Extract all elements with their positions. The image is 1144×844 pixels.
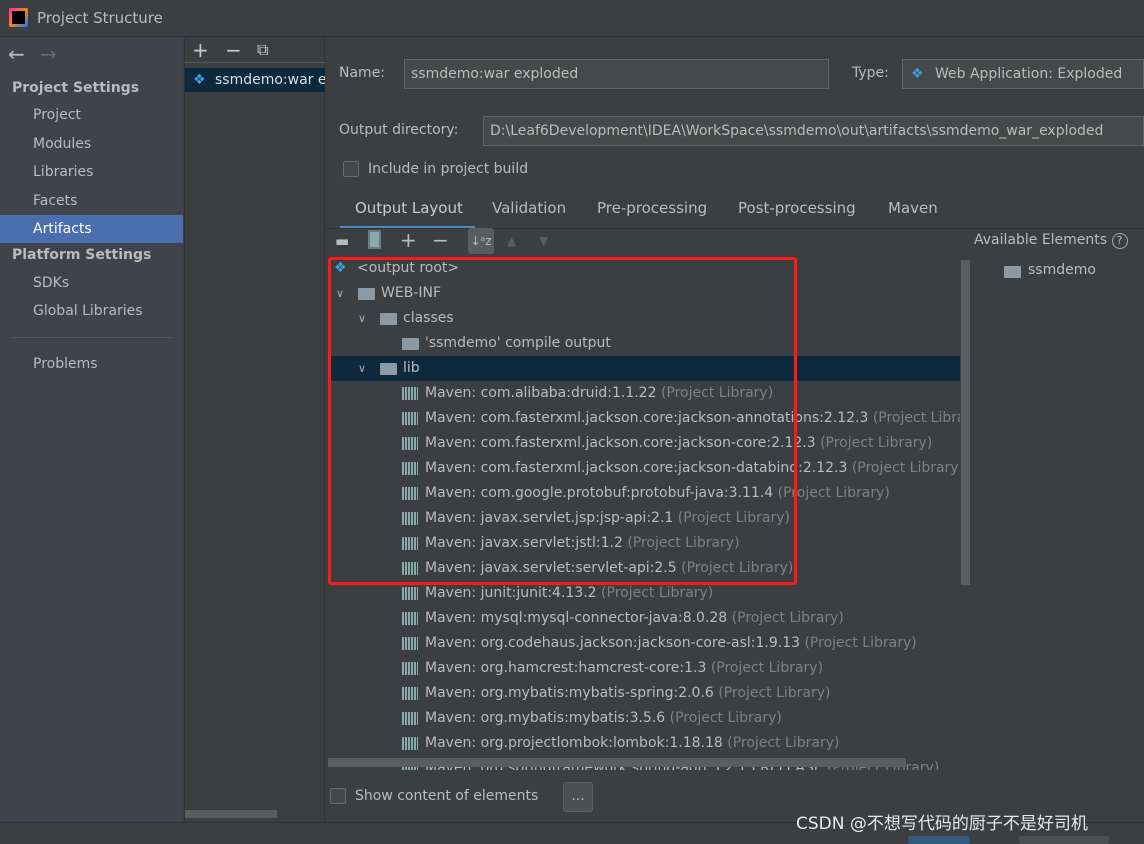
tree-row[interactable]: Maven: org.projectlombok:lombok:1.18.18 … (328, 731, 960, 756)
tab-maven[interactable]: Maven (888, 199, 938, 217)
show-content-label: Show content of elements (355, 788, 539, 804)
project-settings-heading: Project Settings (12, 80, 140, 96)
new-directory-icon[interactable]: ▬ (335, 232, 349, 250)
library-icon (402, 737, 418, 750)
highlight-annotation-box (328, 257, 797, 585)
cancel-button[interactable] (1019, 836, 1109, 844)
sidebar-item-global-libraries[interactable]: Global Libraries (0, 297, 183, 325)
module-folder-icon (1004, 266, 1021, 278)
artifact-name: ssmdemo:war exploded (215, 72, 325, 88)
tree-row-label: Maven: org.codehaus.jackson:jackson-core… (425, 631, 917, 656)
tree-row[interactable]: Maven: org.mybatis:mybatis-spring:2.0.6 … (328, 681, 960, 706)
type-label: Type: (852, 65, 889, 81)
watermark: CSDN @不想写代码的厨子不是好司机 (796, 814, 1088, 834)
tree-row-text: Maven: org.mybatis:mybatis-spring:2.0.6 (425, 685, 714, 701)
tree-row-label: Maven: org.hamcrest:hamcrest-core:1.3 (P… (425, 656, 823, 681)
tree-row-library-type: (Project Library) (804, 635, 917, 651)
move-up-icon[interactable]: ▲ (507, 234, 516, 248)
tree-row-library-type: (Project Library) (727, 735, 840, 751)
intellij-logo-icon (9, 8, 28, 27)
tree-row-library-type: (Project Library) (718, 685, 831, 701)
tab-pre-processing[interactable]: Pre-processing (597, 199, 707, 217)
library-icon (402, 662, 418, 675)
type-value: Web Application: Exploded (935, 66, 1123, 82)
library-icon (402, 712, 418, 725)
ok-button[interactable] (908, 836, 970, 844)
tree-row[interactable]: Maven: org.hamcrest:hamcrest-core:1.3 (P… (328, 656, 960, 681)
tab-validation[interactable]: Validation (492, 199, 566, 217)
tab-output-layout[interactable]: Output Layout (355, 199, 463, 217)
divider (12, 337, 172, 338)
sort-alphabetically-icon[interactable]: ↓ᵃz (468, 228, 494, 254)
sidebar-item-problems[interactable]: Problems (0, 350, 183, 378)
tree-row-library-type: (Project Library) (731, 610, 844, 626)
copy-icon[interactable]: ⧉ (257, 40, 268, 60)
archive-icon[interactable] (368, 230, 381, 249)
library-icon (402, 612, 418, 625)
sidebar-item-project[interactable]: Project (0, 101, 183, 129)
help-icon[interactable]: ? (1111, 233, 1128, 249)
sidebar-item-facets[interactable]: Facets (0, 187, 183, 215)
tree-row-label: Maven: org.mybatis:mybatis:3.5.6 (Projec… (425, 706, 782, 731)
platform-settings-heading: Platform Settings (12, 247, 152, 263)
tree-row-text: Maven: org.mybatis:mybatis:3.5.6 (425, 710, 666, 726)
name-label: Name: (339, 65, 386, 81)
sidebar-item-modules[interactable]: Modules (0, 130, 183, 158)
artifact-list-item[interactable]: ❖ ssmdemo:war exploded (185, 68, 325, 92)
web-artifact-icon: ❖ (911, 66, 924, 82)
remove-element-icon[interactable]: − (432, 228, 449, 252)
output-directory-label: Output directory: (339, 122, 459, 138)
add-icon[interactable]: + (192, 38, 209, 62)
available-elements-label: Available Elements ? (974, 232, 1128, 249)
tree-row-label: Maven: org.mybatis:mybatis-spring:2.0.6 … (425, 681, 831, 706)
type-select[interactable]: ❖ Web Application: Exploded (902, 59, 1144, 89)
move-down-icon[interactable]: ▼ (539, 234, 548, 248)
tree-row-library-type: (Project Library) (872, 410, 960, 426)
include-in-build-label: Include in project build (368, 161, 529, 177)
tab-post-processing[interactable]: Post-processing (738, 199, 856, 217)
tree-row-library-type: (Project Library) (820, 435, 933, 451)
name-field[interactable]: ssmdemo:war exploded (404, 59, 829, 89)
tree-row-label: Maven: org.projectlombok:lombok:1.18.18 … (425, 731, 839, 756)
tree-row[interactable]: Maven: org.mybatis:mybatis:3.5.6 (Projec… (328, 706, 960, 731)
artifact-list-panel (184, 38, 325, 822)
available-elements-text: Available Elements (974, 232, 1108, 248)
more-options-button[interactable]: ... (563, 782, 593, 812)
sidebar-item-artifacts[interactable]: Artifacts (0, 215, 183, 244)
library-icon (402, 587, 418, 600)
tree-row-label: Maven: mysql:mysql-connector-java:8.0.28… (425, 606, 844, 631)
vertical-scrollbar[interactable] (961, 260, 970, 585)
show-content-checkbox[interactable] (330, 788, 346, 804)
tree-row-library-type: (Project Library) (851, 460, 960, 476)
remove-icon[interactable]: − (225, 38, 242, 62)
sidebar-item-libraries[interactable]: Libraries (0, 158, 183, 186)
window-title: Project Structure (37, 9, 163, 27)
library-icon (402, 637, 418, 650)
include-in-build-checkbox[interactable] (343, 161, 359, 177)
tree-row-text: Maven: junit:junit:4.13.2 (425, 585, 597, 601)
tree-row-text: Maven: org.projectlombok:lombok:1.18.18 (425, 735, 723, 751)
tree-row-library-type: (Project Library) (601, 585, 714, 601)
tree-row-text: Maven: org.hamcrest:hamcrest-core:1.3 (425, 660, 707, 676)
available-element-item[interactable]: ssmdemo (1004, 262, 1124, 284)
tree-row-text: Maven: org.codehaus.jackson:jackson-core… (425, 635, 801, 651)
library-icon (402, 687, 418, 700)
divider (184, 62, 325, 63)
title-bar: Project Structure (0, 0, 1144, 37)
available-element-name: ssmdemo (1028, 262, 1096, 278)
tree-row-library-type: (Project Library) (669, 710, 782, 726)
sidebar-item-sdks[interactable]: SDKs (0, 269, 183, 297)
output-directory-field[interactable]: D:\Leaf6Development\IDEA\WorkSpace\ssmde… (483, 116, 1144, 146)
tree-row-text: Maven: mysql:mysql-connector-java:8.0.28 (425, 610, 728, 626)
horizontal-scrollbar[interactable] (185, 810, 277, 818)
forward-arrow-icon[interactable]: → (40, 42, 57, 66)
tree-row[interactable]: Maven: org.codehaus.jackson:jackson-core… (328, 631, 960, 656)
horizontal-scrollbar[interactable] (328, 758, 906, 767)
tree-row-library-type: (Project Library) (710, 660, 824, 676)
web-artifact-icon: ❖ (193, 72, 206, 88)
add-element-icon[interactable]: + (400, 228, 417, 252)
tree-row[interactable]: Maven: mysql:mysql-connector-java:8.0.28… (328, 606, 960, 631)
back-arrow-icon[interactable]: ← (8, 42, 25, 66)
